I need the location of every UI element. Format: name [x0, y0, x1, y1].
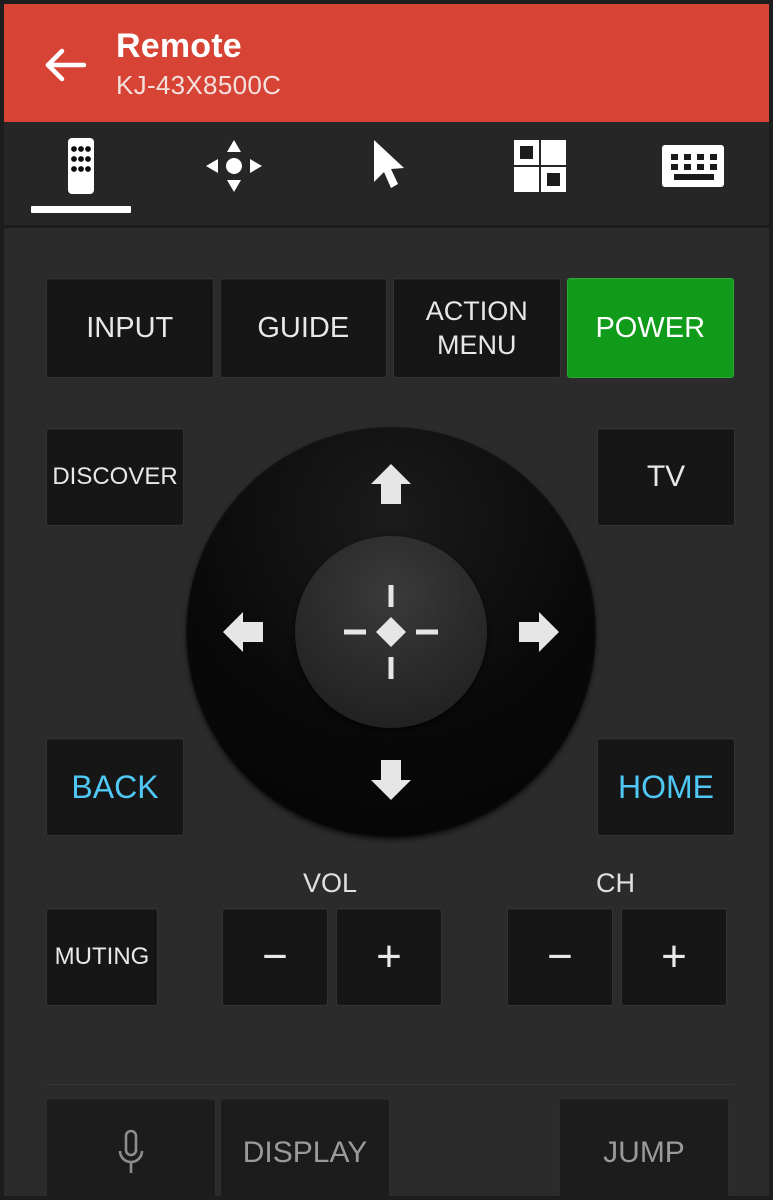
- jump-button[interactable]: JUMP: [559, 1098, 729, 1196]
- tab-apps[interactable]: [463, 122, 616, 225]
- header-text-group: Remote KJ-43X8500C: [116, 25, 281, 103]
- arrow-right-icon: [518, 612, 559, 652]
- bottom-button-row: DISPLAY JUMP: [4, 1084, 769, 1196]
- dpad-right-button[interactable]: [507, 602, 567, 662]
- guide-button[interactable]: GUIDE: [219, 278, 387, 378]
- ch-label: CH: [596, 868, 635, 898]
- arrow-left-icon: [222, 612, 263, 652]
- dpad-control[interactable]: [186, 428, 595, 836]
- arrow-up-icon: [370, 464, 411, 504]
- cursor-icon: [364, 138, 410, 194]
- volume-channel-zone: VOL CH MUTING − + − +: [4, 868, 769, 1048]
- vol-down-button[interactable]: −: [222, 908, 328, 1006]
- back-arrow-icon: [45, 48, 87, 82]
- ch-up-button[interactable]: +: [621, 908, 727, 1006]
- vol-label: VOL: [303, 868, 358, 898]
- tab-remote[interactable]: [4, 122, 157, 225]
- tab-keyboard[interactable]: [616, 122, 769, 225]
- action-menu-line2: MENU: [436, 330, 517, 360]
- dpad-left-button[interactable]: [215, 602, 275, 662]
- app-header: Remote KJ-43X8500C: [4, 4, 769, 122]
- tv-button[interactable]: TV: [597, 428, 735, 526]
- vol-up-button[interactable]: +: [336, 908, 442, 1006]
- select-diamond-icon: [343, 585, 438, 679]
- display-button[interactable]: DISPLAY: [220, 1098, 390, 1196]
- remote-icon: [58, 138, 104, 194]
- tab-pointer[interactable]: [310, 122, 463, 225]
- microphone-button[interactable]: [46, 1098, 216, 1196]
- back-nav-button[interactable]: BACK: [46, 738, 184, 836]
- page-title: Remote: [116, 27, 242, 65]
- arrow-down-icon: [370, 760, 411, 800]
- tab-active-indicator: [30, 206, 131, 213]
- keyboard-icon: [660, 138, 726, 194]
- dpad-down-button[interactable]: [361, 748, 421, 808]
- top-button-row: INPUT GUIDE ACTION MENU POWER: [46, 278, 734, 378]
- action-menu-line1: ACTION: [425, 296, 528, 326]
- tab-dpad[interactable]: [157, 122, 310, 225]
- discover-button[interactable]: DISCOVER: [46, 428, 184, 526]
- mode-tabbar: [4, 122, 769, 228]
- microphone-icon: [118, 1129, 144, 1173]
- muting-button[interactable]: MUTING: [46, 908, 158, 1006]
- row-divider: [46, 1084, 735, 1085]
- home-button[interactable]: HOME: [597, 738, 735, 836]
- grid-apps-icon: [512, 138, 568, 194]
- action-menu-button[interactable]: ACTION MENU: [393, 278, 561, 378]
- dpad-icon: [201, 138, 267, 194]
- dpad-select-button[interactable]: [294, 536, 487, 728]
- dpad-up-button[interactable]: [361, 456, 421, 516]
- remote-app-window: Remote KJ-43X8500C INPUT GUIDE ACTION ME…: [0, 0, 773, 1200]
- ch-down-button[interactable]: −: [507, 908, 613, 1006]
- back-button[interactable]: [38, 38, 92, 92]
- power-button[interactable]: POWER: [566, 278, 734, 378]
- dpad-zone: DISCOVER TV BACK HOME: [4, 418, 769, 838]
- remote-body: INPUT GUIDE ACTION MENU POWER DISCOVER T…: [4, 228, 769, 1196]
- device-model-subtitle: KJ-43X8500C: [116, 70, 282, 100]
- input-button[interactable]: INPUT: [46, 278, 214, 378]
